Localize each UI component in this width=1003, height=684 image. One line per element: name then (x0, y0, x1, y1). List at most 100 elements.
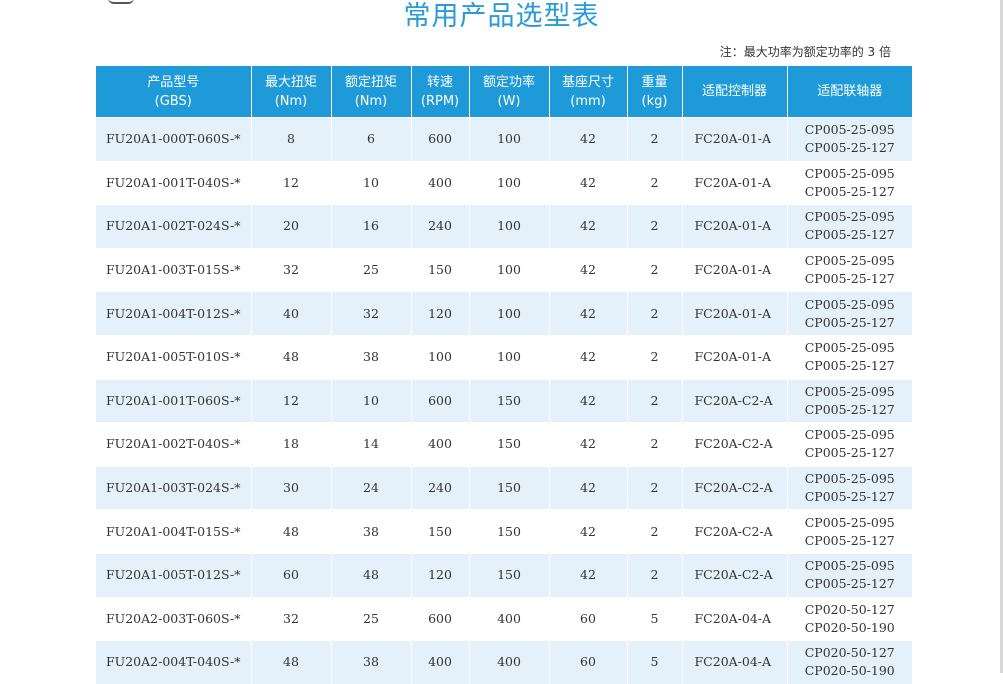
weight-cell: 2 (627, 378, 683, 423)
rated-torque-cell: 38 (331, 334, 412, 380)
frame-size-cell: 60 (549, 640, 628, 684)
max-torque-cell: 12 (251, 378, 332, 423)
rated-torque-cell: 10 (331, 378, 412, 423)
max-torque-cell: 8 (251, 117, 332, 162)
coupling-option: CP020-50-190 (804, 619, 895, 635)
table-row: FU20A2-003T-060S-* 32 25 600 400 60 5 FC20A-04-… (96, 596, 912, 641)
coupling-option: CP005-25-127 (804, 183, 895, 199)
coupling-cell: CP005-25-095 CP005-25-127 (787, 509, 912, 554)
rated-torque-cell: 32 (331, 291, 412, 336)
model-cell: FU20A2-004T-040S-* (96, 640, 252, 684)
rated-torque-cell: 25 (331, 596, 412, 641)
rated-power-cell: 150 (469, 509, 550, 554)
coupling-option: CP020-50-127 (804, 645, 895, 661)
model-cell: FU20A1-003T-015S-* (96, 247, 252, 292)
frame-size-cell: 42 (549, 247, 628, 292)
frame-size-cell: 60 (549, 596, 628, 641)
rated-power-cell: 100 (469, 291, 550, 336)
table-row: FU20A1-000T-060S-* 8 6 600 100 42 2 FC20A-01-A C… (96, 117, 912, 162)
coupling-option: CP005-25-127 (804, 271, 895, 287)
col-header-controller: 适配控制器 (682, 66, 788, 118)
weight-cell: 2 (627, 422, 683, 467)
controller-cell: FC20A-01-A (682, 247, 788, 292)
model-cell: FU20A1-002T-040S-* (96, 422, 252, 467)
col-header-unit: (mm) (570, 93, 606, 109)
controller-cell: FC20A-C2-A (682, 552, 788, 598)
coupling-cell: CP005-25-095 CP005-25-127 (787, 422, 912, 467)
coupling-cell: CP005-25-095 CP005-25-127 (787, 334, 912, 380)
frame-size-cell: 42 (549, 509, 628, 554)
speed-cell: 150 (411, 247, 470, 292)
rated-torque-cell: 25 (331, 247, 412, 292)
controller-cell: FC20A-01-A (682, 117, 788, 162)
coupling-cell: CP005-25-095 CP005-25-127 (787, 117, 912, 162)
model-cell: FU20A1-004T-012S-* (96, 291, 252, 336)
model-cell: FU20A2-003T-060S-* (96, 596, 252, 641)
coupling-option: CP005-25-127 (804, 401, 895, 417)
col-header-rated-torque: 额定扭矩 (Nm) (331, 66, 412, 118)
controller-cell: FC20A-01-A (682, 204, 788, 249)
coupling-option: CP005-25-127 (804, 445, 895, 461)
controller-cell: FC20A-01-A (682, 160, 788, 205)
rated-torque-cell: 14 (331, 422, 412, 467)
controller-cell: FC20A-C2-A (682, 509, 788, 554)
weight-cell: 2 (627, 465, 683, 510)
controller-cell: FC20A-C2-A (682, 422, 788, 467)
col-header-label: 基座尺寸 (561, 74, 614, 90)
coupling-option: CP020-50-190 (804, 663, 895, 679)
frame-size-cell: 42 (549, 422, 628, 467)
speed-cell: 240 (411, 204, 470, 249)
speed-cell: 150 (411, 509, 470, 554)
table-row: FU20A1-004T-015S-* 48 38 150 150 42 2 FC20A-C2-… (96, 509, 912, 554)
frame-size-cell: 42 (549, 378, 628, 423)
rated-power-cell: 100 (469, 247, 550, 292)
table-row: FU20A1-003T-015S-* 32 25 150 100 42 2 FC20A-01-… (96, 247, 912, 292)
col-header-label: 额定功率 (482, 74, 535, 90)
weight-cell: 2 (627, 117, 683, 162)
coupling-cell: CP005-25-095 CP005-25-127 (787, 465, 912, 510)
col-header-label: 产品型号 (147, 74, 200, 90)
product-selection-table: 产品型号 (GBS) 最大扭矩 (Nm) 额定扭矩 (Nm) 转速 (RPM) … (96, 66, 912, 684)
coupling-option: CP005-25-095 (804, 253, 895, 269)
max-torque-cell: 48 (251, 509, 332, 554)
table-row: FU20A1-005T-012S-* 60 48 120 150 42 2 FC20A-C2-… (96, 552, 912, 598)
coupling-cell: CP005-25-095 CP005-25-127 (787, 247, 912, 292)
max-torque-cell: 60 (251, 552, 332, 598)
table-row: FU20A1-001T-040S-* 12 10 400 100 42 2 FC20A-01-… (96, 160, 912, 205)
col-header-label: 最大扭矩 (264, 74, 317, 90)
table-row: FU20A1-001T-060S-* 12 10 600 150 42 2 FC20A-C2-… (96, 378, 912, 423)
rated-power-cell: 400 (469, 640, 550, 684)
col-header-label: 适配联轴器 (817, 84, 883, 99)
coupling-option: CP020-50-127 (804, 601, 895, 617)
max-torque-cell: 18 (251, 422, 332, 467)
max-torque-cell: 20 (251, 204, 332, 249)
col-header-max-torque: 最大扭矩 (Nm) (251, 66, 332, 118)
coupling-option: CP005-25-095 (804, 514, 895, 530)
max-torque-cell: 12 (251, 160, 332, 205)
speed-cell: 400 (411, 640, 470, 684)
weight-cell: 2 (627, 552, 683, 598)
coupling-option: CP005-25-127 (804, 576, 895, 592)
max-torque-cell: 32 (251, 596, 332, 641)
col-header-label: 重量 (641, 74, 668, 90)
col-header-model: 产品型号 (GBS) (96, 66, 252, 118)
coupling-option: CP005-25-095 (804, 296, 895, 312)
rated-power-cell: 100 (469, 160, 550, 205)
col-header-unit: (Nm) (354, 93, 388, 109)
model-cell: FU20A1-005T-012S-* (96, 552, 252, 598)
coupling-option: CP005-25-127 (804, 140, 895, 156)
controller-cell: FC20A-C2-A (682, 378, 788, 423)
coupling-option: CP005-25-095 (804, 558, 895, 574)
rated-power-cell: 100 (469, 117, 550, 162)
rated-torque-cell: 38 (331, 509, 412, 554)
coupling-cell: CP005-25-095 CP005-25-127 (787, 204, 912, 249)
page-title: 常用产品选型表 (403, 1, 600, 32)
coupling-option: CP005-25-127 (804, 489, 895, 505)
coupling-cell: CP005-25-095 CP005-25-127 (787, 160, 912, 205)
max-torque-cell: 48 (251, 334, 332, 380)
model-cell: FU20A1-002T-024S-* (96, 204, 252, 249)
table-row: FU20A1-003T-024S-* 30 24 240 150 42 2 FC20A-C2-… (96, 465, 912, 510)
coupling-option: CP005-25-095 (804, 427, 895, 443)
rated-power-cell: 100 (469, 204, 550, 249)
model-cell: FU20A1-001T-040S-* (96, 160, 252, 205)
